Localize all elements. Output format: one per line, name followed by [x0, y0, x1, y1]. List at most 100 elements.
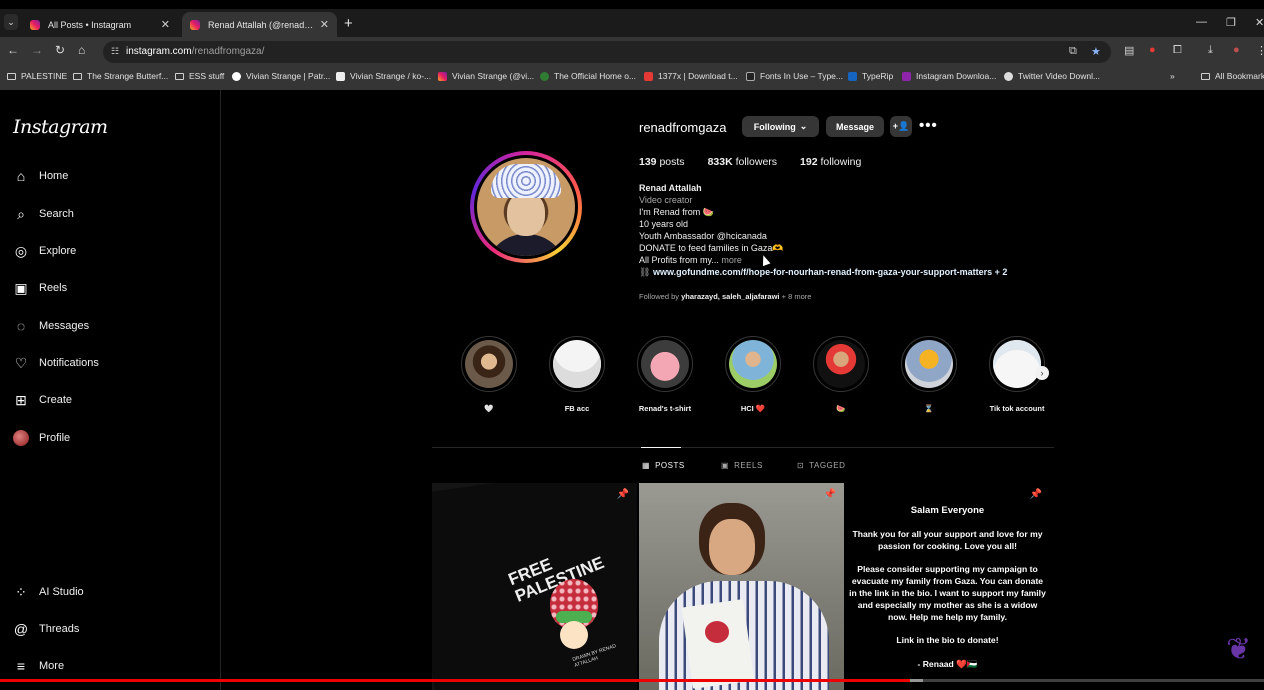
sidebar-item-explore[interactable]: ◎ Explore [13, 240, 76, 262]
bookmark-twitter-video[interactable]: Twitter Video Downl... [1004, 71, 1100, 81]
sidebar-item-create[interactable]: ⊞ Create [13, 389, 72, 411]
chevron-down-icon: ⌄ [799, 121, 808, 131]
post-tile[interactable]: Salam Everyone Thank you for all your su… [845, 483, 1050, 690]
profile-avatar-icon[interactable]: ● [1233, 44, 1240, 56]
bookmark-all-bookmarks[interactable]: All Bookmarks [1201, 71, 1264, 81]
sidebar-item-label: AI Studio [39, 586, 84, 598]
bookmark-fonts-in-use[interactable]: Fonts In Use – Type... [746, 71, 843, 81]
highlight-item[interactable]: Renad's t-shirt [615, 336, 715, 413]
bio-category: Video creator [639, 195, 693, 205]
suggested-users-button[interactable]: +👤 [890, 116, 912, 137]
profile-stats: 139 posts 833K followers 192 following [639, 156, 884, 168]
following-count[interactable]: 192 following [800, 156, 861, 168]
sidebar-item-home[interactable]: ⌂ Home [13, 165, 69, 187]
avatar-photo [477, 158, 575, 256]
sidebar-item-profile[interactable]: Profile [13, 427, 70, 449]
forward-icon[interactable]: → [31, 43, 43, 57]
highlight-label: Tik tok account [989, 404, 1045, 413]
sidebar-item-label: Profile [39, 432, 71, 444]
bookmark-official-home[interactable]: The Official Home o... [540, 71, 636, 81]
extension-icon[interactable]: ▤ [1124, 44, 1134, 57]
browser-menu-icon[interactable]: ⋮ [1256, 44, 1264, 57]
video-progress-bar[interactable] [0, 679, 1264, 682]
post-tile[interactable]: FREE PALESTINE DRAWN BY RENAD ATTALLAH 📌 [432, 483, 637, 690]
bio-line: I'm Renad from 🍉 [639, 207, 714, 217]
address-bar[interactable]: ☷ instagram.com/renadfromgaza/ ⧉ ★ [103, 41, 1111, 63]
highlight-label: HCI ❤️ [740, 404, 766, 413]
bookmark-patreon[interactable]: Vivian Strange | Patr... [232, 71, 330, 81]
close-icon[interactable]: ✕ [320, 18, 329, 31]
sidebar-item-label: More [39, 660, 65, 672]
bookmark-instagram[interactable]: Vivian Strange (@vi... [438, 71, 534, 81]
bookmark-strange-butterfly[interactable]: The Strange Butterf... [73, 71, 168, 81]
highlight-label: FB acc [564, 404, 590, 413]
reload-icon[interactable]: ↻ [55, 43, 65, 57]
profile-avatar[interactable] [470, 151, 582, 263]
instagram-logo[interactable]: Instagram [13, 116, 108, 138]
sidebar-item-threads[interactable]: @ Threads [13, 618, 79, 640]
tab-reels[interactable]: ▣ REELS [721, 461, 763, 470]
restore-icon[interactable]: ❐ [1226, 16, 1236, 29]
new-tab-button[interactable]: + [344, 15, 353, 32]
back-icon[interactable]: ← [7, 43, 19, 57]
tab-posts[interactable]: ▦ POSTS [642, 461, 685, 470]
bookmark-star-icon[interactable]: ★ [1091, 45, 1101, 58]
url-text[interactable]: instagram.com/renadfromgaza/ [126, 46, 264, 57]
browser-tab-profile[interactable]: Renad Attallah (@renadfromgaza) • Instag… [182, 12, 337, 37]
post-tile[interactable]: 📌 [639, 483, 844, 690]
download-icon[interactable]: ⤓ [1208, 44, 1213, 57]
browser-tab-all-posts[interactable]: All Posts • Instagram ✕ [22, 12, 178, 37]
following-button[interactable]: Following ⌄ [742, 116, 819, 137]
home-icon[interactable]: ⌂ [78, 43, 85, 57]
sidebar-item-label: Home [39, 170, 69, 182]
extension-red-icon[interactable]: ● [1149, 44, 1156, 56]
bookmark-typerip[interactable]: TypeRip [848, 71, 893, 81]
search-icon: ⌕ [17, 205, 25, 222]
highlight-label: ⌛ [924, 404, 934, 413]
highlight-item[interactable]: 🤍 [439, 336, 539, 413]
options-icon[interactable]: ••• [919, 117, 938, 134]
sidebar-item-more[interactable]: ≡ More [13, 655, 64, 677]
fonts-icon [746, 71, 755, 81]
close-icon[interactable]: ✕ [161, 18, 170, 31]
site-info-icon[interactable]: ☷ [111, 46, 119, 57]
window-close-icon[interactable]: ✕ [1255, 16, 1264, 29]
text-post: Salam Everyone Thank you for all your su… [845, 505, 1050, 683]
highlight-item[interactable]: 🍉 [791, 336, 891, 413]
active-tab-indicator [641, 447, 681, 448]
tab-tagged[interactable]: ⊡ TAGGED [797, 461, 845, 470]
bookmark-instagram-downloader[interactable]: Instagram Downloa... [902, 71, 996, 81]
tab-search-button[interactable]: ⌄ [4, 14, 18, 30]
sidebar-item-label: Notifications [39, 357, 99, 369]
minimize-icon[interactable]: — [1196, 16, 1207, 28]
instagram-sidebar: Instagram ⌂ Home ⌕ Search ◎ Explore ▣ Reels … [0, 90, 221, 690]
bookmarks-overflow-chevron[interactable]: » [1170, 71, 1175, 81]
bookmark-ess-stuff[interactable]: ESS stuff [175, 71, 224, 81]
bio-link-row[interactable]: ⛓ www.gofundme.com/f/hope-for-nourhan-re… [639, 266, 1079, 278]
message-button[interactable]: Message [826, 116, 884, 137]
highlight-item[interactable]: FB acc [527, 336, 627, 413]
extensions-puzzle-icon[interactable]: ⧠ [1173, 44, 1182, 57]
followed-by[interactable]: Followed by yharazayd, saleh_aljafarawi … [639, 292, 811, 301]
profile-bio: Renad Attallah Video creator I'm Renad f… [639, 182, 1079, 278]
install-app-icon[interactable]: ⧉ [1069, 45, 1077, 58]
highlight-item[interactable]: ⌛ [879, 336, 979, 413]
grid-icon: ▦ [642, 461, 651, 470]
sidebar-item-notifications[interactable]: ♡ Notifications [13, 352, 99, 374]
bookmark-1377x[interactable]: 1377x | Download t... [644, 71, 738, 81]
highlight-item[interactable]: HCI ❤️ [703, 336, 803, 413]
avatar-icon [13, 430, 29, 446]
bio-link[interactable]: www.gofundme.com/f/hope-for-nourhan-rena… [653, 267, 1007, 277]
sidebar-item-search[interactable]: ⌕ Search [13, 203, 74, 225]
bio-more-link[interactable]: more [721, 255, 742, 265]
sidebar-item-ai-studio[interactable]: ⁘ AI Studio [13, 581, 84, 603]
sidebar-item-messages[interactable]: ◌ Messages [13, 315, 89, 337]
bookmark-kofi[interactable]: Vivian Strange / ko-... [336, 71, 431, 81]
highlight-item[interactable]: Tik tok account [967, 336, 1067, 413]
followers-count[interactable]: 833K followers [708, 156, 777, 168]
sidebar-item-reels[interactable]: ▣ Reels [13, 277, 67, 299]
tag-icon: ⊡ [797, 461, 805, 470]
sidebar-item-label: Explore [39, 245, 77, 257]
chevron-right-icon[interactable]: › [1035, 366, 1049, 380]
bookmark-palestine[interactable]: PALESTINE [7, 71, 67, 81]
